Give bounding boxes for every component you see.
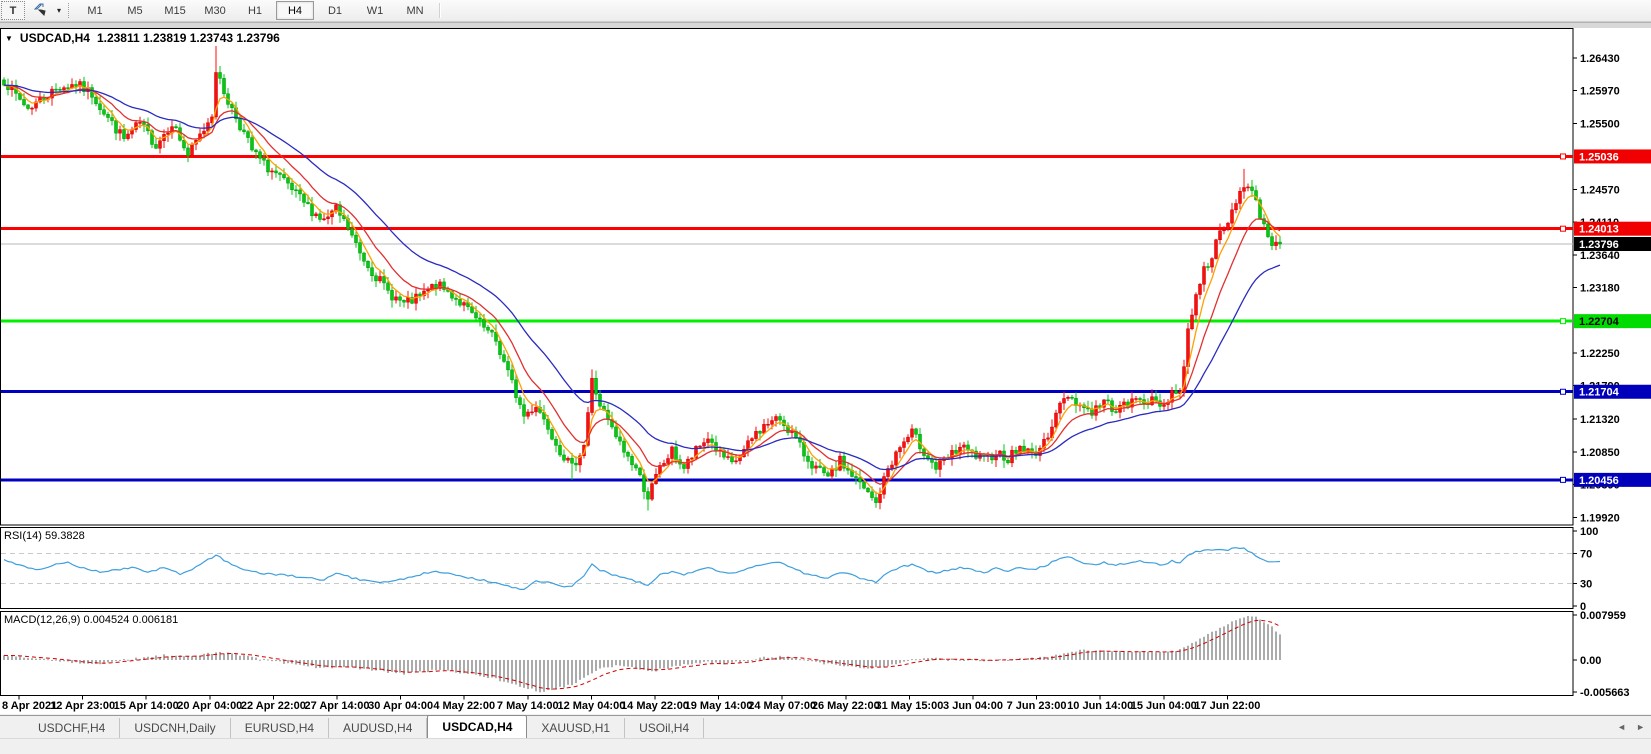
price-tick-label: 1.22250 xyxy=(1580,348,1620,360)
timeframe-button-M1[interactable]: M1 xyxy=(76,1,114,20)
time-tick-label: 7 Jun 23:00 xyxy=(1007,700,1067,712)
rsi-axis-label: 100 xyxy=(1580,526,1598,538)
price-line-tag-label: 1.21704 xyxy=(1579,387,1620,399)
chart-tab-XAUUSD-H1[interactable]: XAUUSD,H1 xyxy=(527,718,625,738)
cursor-arrows-button[interactable] xyxy=(27,1,53,20)
macd-axis-label: 0.007959 xyxy=(1580,610,1626,622)
time-tick-label: 22 Apr 22:00 xyxy=(241,700,306,712)
timeframe-button-H1[interactable]: H1 xyxy=(236,1,274,20)
time-tick-label: 17 Jun 22:00 xyxy=(1194,700,1260,712)
macd-axis-label: -0.005663 xyxy=(1580,687,1630,699)
price-tick-label: 1.23180 xyxy=(1580,283,1620,295)
price-tick-label: 1.25500 xyxy=(1580,119,1620,131)
status-bar xyxy=(0,738,1651,754)
hline-marker[interactable] xyxy=(1561,319,1566,324)
time-tick-label: 3 Jun 04:00 xyxy=(943,700,1003,712)
timeframe-button-M5[interactable]: M5 xyxy=(116,1,154,20)
time-tick-label: 12 May 04:00 xyxy=(557,700,625,712)
timeframe-button-W1[interactable]: W1 xyxy=(356,1,394,20)
price-line-tag-label: 1.20456 xyxy=(1579,475,1619,487)
price-line-tag-label: 1.25036 xyxy=(1579,151,1619,163)
time-tick-label: 30 Apr 04:00 xyxy=(368,700,433,712)
chart-header: ▼ USDCAD,H4 1.23811 1.23819 1.23743 1.23… xyxy=(5,31,280,45)
price-tick-label: 1.20850 xyxy=(1580,447,1620,459)
price-tick-label: 1.25970 xyxy=(1580,85,1620,97)
timeframe-button-group: M1M5M15M30H1H4D1W1MN xyxy=(75,1,435,20)
price-tick-label: 1.23640 xyxy=(1580,250,1620,262)
timeframe-button-M15[interactable]: M15 xyxy=(156,1,194,20)
time-tick-label: 24 May 07:00 xyxy=(748,700,816,712)
time-tick-label: 27 Apr 14:00 xyxy=(304,700,369,712)
chart-window: 1.264301.259701.255001.245701.241101.236… xyxy=(0,28,1651,714)
tab-scroll-left[interactable]: ◄ xyxy=(1617,722,1626,732)
hline-marker[interactable] xyxy=(1561,226,1566,231)
chart-tab-USOil-H4[interactable]: USOil,H4 xyxy=(625,718,704,738)
rsi-indicator-label: RSI(14) 59.3828 xyxy=(4,530,85,542)
rsi-panel xyxy=(1,528,1574,609)
macd-indicator-label: MACD(12,26,9) 0.004524 0.006181 xyxy=(4,614,178,626)
chart-tab-EURUSD-H4[interactable]: EURUSD,H4 xyxy=(231,718,329,738)
time-tick-label: 8 Apr 2021 xyxy=(2,700,57,712)
rsi-axis-label: 30 xyxy=(1580,579,1592,591)
tab-scroll-controls: ◄ ► xyxy=(1617,722,1645,732)
timeframe-button-M30[interactable]: M30 xyxy=(196,1,234,20)
price-tick-label: 1.26430 xyxy=(1580,53,1620,65)
top-toolbar: T ▾ M1M5M15M30H1H4D1W1MN xyxy=(0,0,1651,22)
hline-marker[interactable] xyxy=(1561,477,1566,482)
chart-tab-bar: USDCHF,H4USDCNH,DailyEURUSD,H4AUDUSD,H4U… xyxy=(0,715,1651,738)
time-tick-label: 12 Apr 23:00 xyxy=(50,700,115,712)
toolbar-separator xyxy=(439,3,441,18)
timeframe-button-MN[interactable]: MN xyxy=(396,1,434,20)
time-tick-label: 7 May 14:00 xyxy=(497,700,559,712)
price-line-tag-label: 1.22704 xyxy=(1579,316,1620,328)
time-tick-label: 14 May 22:00 xyxy=(621,700,689,712)
collapse-data-icon[interactable]: ▼ xyxy=(5,34,13,43)
chart-tab-USDCNH-Daily[interactable]: USDCNH,Daily xyxy=(120,718,230,738)
rsi-axis-label: 70 xyxy=(1580,549,1592,561)
time-tick-label: 20 Apr 04:00 xyxy=(177,700,242,712)
time-tick-label: 26 May 22:00 xyxy=(812,700,880,712)
text-tool-button[interactable]: T xyxy=(1,1,25,20)
current-price-tag-label: 1.23796 xyxy=(1579,239,1619,251)
hline-marker[interactable] xyxy=(1561,154,1566,159)
chart-symbol-period: USDCAD,H4 xyxy=(20,31,90,45)
chart-svg[interactable]: 1.264301.259701.255001.245701.241101.236… xyxy=(0,28,1651,714)
time-tick-label: 10 Jun 14:00 xyxy=(1067,700,1133,712)
macd-axis-label: 0.00 xyxy=(1580,655,1601,667)
time-axis: 8 Apr 202112 Apr 23:0015 Apr 14:0020 Apr… xyxy=(2,696,1260,713)
chart-ohlc-values: 1.23811 1.23819 1.23743 1.23796 xyxy=(97,31,280,45)
chart-tab-USDCHF-H4[interactable]: USDCHF,H4 xyxy=(24,718,120,738)
time-tick-label: 15 Apr 14:00 xyxy=(114,700,179,712)
time-tick-label: 19 May 14:00 xyxy=(685,700,753,712)
tab-scroll-right[interactable]: ► xyxy=(1636,722,1645,732)
price-line-tag-label: 1.24013 xyxy=(1579,224,1619,236)
price-tick-label: 1.19920 xyxy=(1580,513,1620,525)
time-tick-label: 4 May 22:00 xyxy=(433,700,495,712)
tool-dropdown-caret[interactable]: ▾ xyxy=(54,6,64,15)
price-tick-label: 1.21320 xyxy=(1580,414,1620,426)
price-axis: 1.264301.259701.255001.245701.241101.236… xyxy=(1573,53,1620,525)
time-tick-label: 15 Jun 04:00 xyxy=(1131,700,1197,712)
time-tick-label: 31 May 15:00 xyxy=(875,700,943,712)
chart-tab-USDCAD-H4[interactable]: USDCAD,H4 xyxy=(427,715,527,738)
timeframe-button-H4[interactable]: H4 xyxy=(276,1,314,20)
chart-tab-AUDUSD-H4[interactable]: AUDUSD,H4 xyxy=(329,718,427,738)
arrows-tool-icon xyxy=(33,3,47,19)
price-tick-label: 1.24570 xyxy=(1580,184,1620,196)
toolbar-grip xyxy=(68,3,69,18)
timeframe-button-D1[interactable]: D1 xyxy=(316,1,354,20)
hline-marker[interactable] xyxy=(1561,389,1566,394)
